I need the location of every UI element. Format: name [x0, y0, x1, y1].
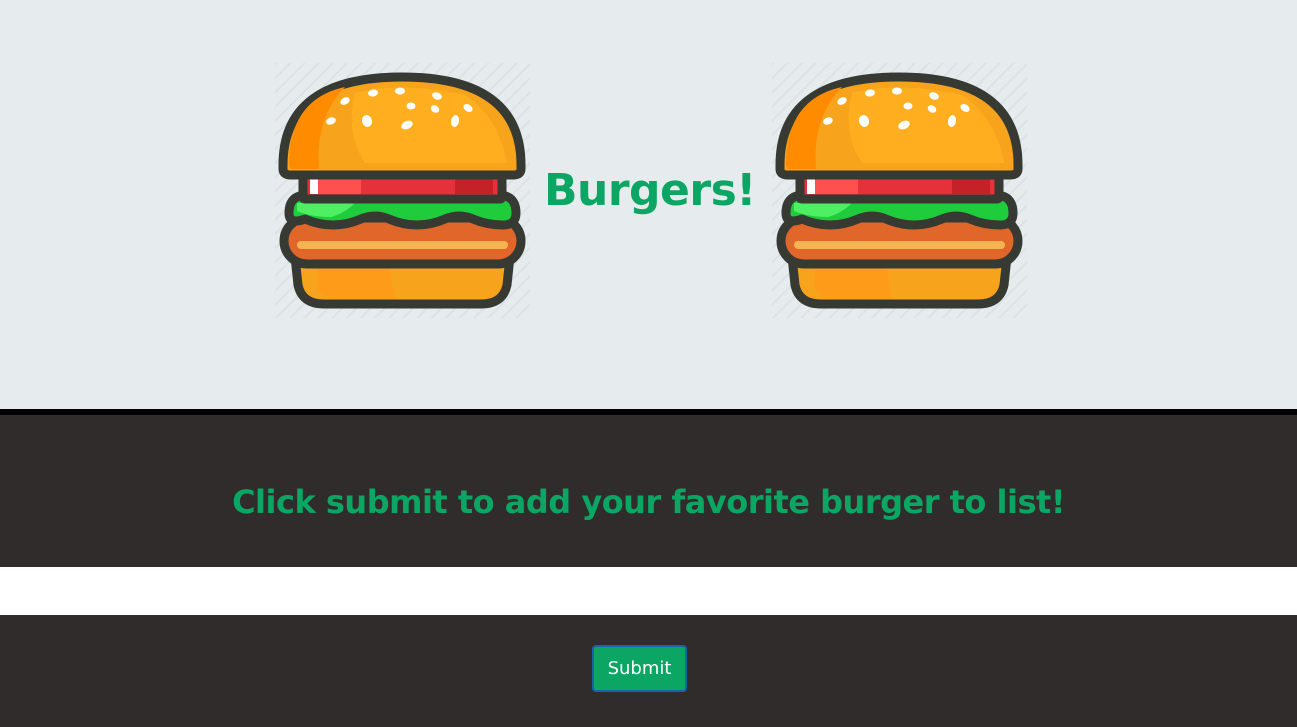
- hero-header: Burgers!: [0, 0, 1297, 409]
- submit-button[interactable]: Submit: [592, 645, 687, 692]
- form-prompt: Click submit to add your favorite burger…: [232, 483, 1065, 521]
- page-title: Burgers!: [544, 165, 756, 216]
- burger-icon: [275, 63, 530, 318]
- hero-title-row: Burgers!: [275, 63, 1027, 318]
- burger-form: Click submit to add your favorite burger…: [0, 415, 1297, 727]
- burger-icon: [772, 63, 1027, 318]
- burger-name-input[interactable]: [0, 567, 1297, 615]
